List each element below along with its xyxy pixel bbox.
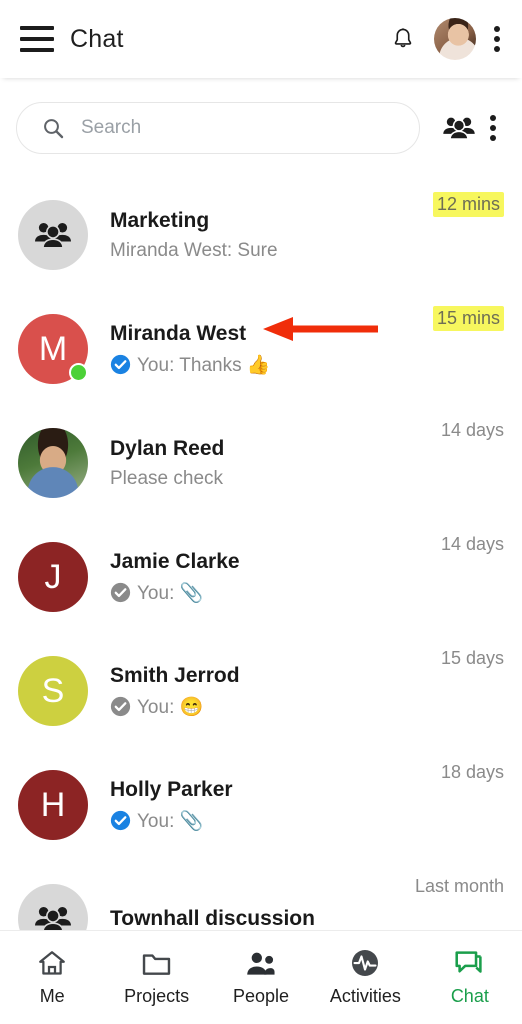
chat-list-item[interactable]: Dylan Reed Please check 14 days [0, 406, 522, 520]
chat-item-name: Dylan Reed [110, 436, 225, 460]
preview-text: You: Thanks 👍 [137, 354, 271, 376]
chat-bubbles-icon [454, 948, 486, 978]
photo-avatar [18, 428, 88, 498]
chat-item-text: Jamie Clarke You: 📎 [110, 550, 431, 605]
preview-text: You: 😁 [137, 696, 204, 718]
chat-item-timestamp: 12 mins [432, 192, 504, 217]
chat-item-preview: Miranda West: Sure [110, 240, 423, 262]
chat-item-preview: You: Thanks 👍 [110, 353, 423, 377]
avatar[interactable]: J [18, 542, 88, 612]
nav-item-projects[interactable]: Projects [104, 948, 208, 1007]
chat-item-name: Miranda West [110, 321, 247, 345]
preview-text: You: 📎 [137, 582, 204, 604]
search-input[interactable] [81, 117, 403, 139]
chat-item-name: Townhall discussion [110, 907, 315, 930]
chat-item-timestamp: 14 days [440, 420, 504, 440]
avatar[interactable] [18, 200, 88, 270]
nav-item-label: People [232, 986, 290, 1006]
chat-item-preview: Please check [110, 468, 431, 490]
preview-text: You: 📎 [137, 810, 204, 832]
avatar[interactable] [18, 884, 88, 930]
group-avatar-icon [35, 907, 71, 930]
chat-list-item[interactable]: J Jamie Clarke You: 📎 14 days [0, 520, 522, 634]
nav-item-label: Projects [124, 986, 190, 1006]
chat-item-name: Smith Jerrod [110, 663, 240, 687]
chat-item-text: Miranda West You: Thanks 👍 [110, 322, 423, 377]
group-people-icon[interactable] [442, 111, 476, 145]
chat-list-item[interactable]: H Holly Parker You: 📎 18 days [0, 748, 522, 862]
notification-bell-icon[interactable] [390, 25, 416, 53]
nav-item-chat[interactable]: Chat [418, 948, 522, 1007]
chat-item-text: Smith Jerrod You: 😁 [110, 664, 431, 719]
profile-avatar[interactable] [434, 18, 476, 60]
chat-item-name: Holly Parker [110, 777, 233, 801]
chat-item-timestamp: 15 mins [432, 306, 504, 331]
chat-item-text: Dylan Reed Please check [110, 437, 431, 490]
page-title: Chat [70, 24, 124, 53]
chat-item-name: Jamie Clarke [110, 549, 240, 573]
people-icon [245, 948, 277, 978]
chat-list-item[interactable]: Townhall discussion Last month [0, 862, 522, 930]
search-box[interactable] [16, 102, 420, 154]
chat-item-preview: You: 📎 [110, 581, 431, 605]
chat-app-screen: Chat Search Marketing Miranda West: Sure… [0, 0, 522, 1024]
chat-item-timestamp: Last month [414, 876, 504, 896]
chat-item-name: Marketing [110, 208, 210, 232]
chat-list[interactable]: Marketing Miranda West: Sure 12 mins M Miran… [0, 178, 522, 930]
nav-item-label: Chat [450, 986, 489, 1006]
bottom-navigation: Me Projects People Activities Chat [0, 930, 522, 1024]
initial-avatar: J [18, 542, 88, 612]
chat-item-text: Holly Parker You: 📎 [110, 778, 431, 833]
chat-item-preview: You: 😁 [110, 695, 431, 719]
app-header: Chat [0, 0, 522, 78]
chat-item-timestamp: 14 days [440, 534, 504, 554]
nav-item-people[interactable]: People [209, 948, 313, 1007]
preview-text: Please check [110, 467, 224, 489]
nav-item-activities[interactable]: Activities [313, 948, 417, 1007]
chat-item-timestamp: 15 days [440, 648, 504, 668]
preview-text: Miranda West: Sure [110, 239, 278, 261]
initial-avatar: H [18, 770, 88, 840]
chat-item-timestamp: 18 days [440, 762, 504, 782]
header-actions [390, 18, 506, 60]
delivered-receipt-icon [110, 582, 131, 603]
chat-item-text: Marketing Miranda West: Sure [110, 209, 423, 262]
group-avatar-icon [18, 884, 88, 930]
initial-avatar: S [18, 656, 88, 726]
chat-item-text: Townhall discussion [110, 907, 405, 930]
hamburger-icon[interactable] [20, 26, 54, 52]
kebab-menu-icon[interactable] [494, 26, 500, 52]
kebab-menu-icon[interactable] [490, 115, 496, 141]
group-avatar-icon [35, 223, 71, 249]
delivered-receipt-icon [110, 696, 131, 717]
avatar[interactable]: S [18, 656, 88, 726]
activity-pulse-icon [350, 948, 380, 978]
folder-icon [141, 948, 172, 978]
home-icon [37, 948, 67, 978]
read-receipt-icon [110, 810, 131, 831]
nav-item-label: Me [39, 986, 65, 1006]
search-bar-row [0, 78, 522, 178]
chat-item-preview: You: 📎 [110, 809, 431, 833]
avatar[interactable] [18, 428, 88, 498]
chat-list-item[interactable]: Marketing Miranda West: Sure 12 mins [0, 178, 522, 292]
nav-item-label: Activities [329, 986, 401, 1006]
search-icon [41, 116, 65, 140]
avatar[interactable]: H [18, 770, 88, 840]
avatar[interactable]: M [18, 314, 88, 384]
chat-list-item[interactable]: S Smith Jerrod You: 😁 15 days [0, 634, 522, 748]
chat-list-item[interactable]: M Miranda West You: Thanks 👍 15 mins [0, 292, 522, 406]
group-avatar-icon [18, 200, 88, 270]
read-receipt-icon [110, 354, 131, 375]
online-status-dot [69, 363, 88, 382]
nav-item-me[interactable]: Me [0, 948, 104, 1007]
